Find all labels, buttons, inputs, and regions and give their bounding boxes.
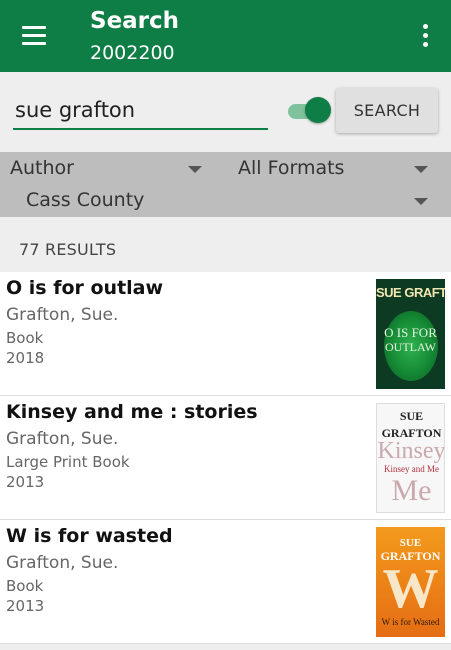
location-value: Cass County — [26, 189, 145, 211]
cover-author: SUE — [399, 537, 422, 549]
dropdown-caret-icon — [188, 166, 202, 173]
book-cover-image: SUE GRAFTON Kinsey Kinsey and Me Me — [376, 403, 445, 513]
result-item[interactable]: Kinsey and me : stories Grafton, Sue. La… — [0, 396, 451, 520]
result-format: Book — [6, 329, 44, 347]
search-button[interactable]: SEARCH — [336, 88, 438, 133]
cover-title-line: OUTLAW — [384, 340, 437, 354]
result-author: Grafton, Sue. — [6, 305, 119, 325]
result-format: Large Print Book — [6, 453, 130, 471]
result-title: O is for outlaw — [6, 277, 164, 299]
result-item[interactable]: W is for wasted Grafton, Sue. Book 2013 … — [0, 520, 451, 644]
search-by-dropdown[interactable]: Author — [10, 154, 208, 186]
cover-title-line: Kinsey — [377, 438, 445, 464]
hamburger-menu-icon[interactable] — [14, 18, 54, 54]
cover-title-line: O IS FOR — [384, 325, 437, 340]
cover-title-line: Kinsey and Me — [384, 464, 439, 474]
results-count: 77 RESULTS — [19, 240, 117, 259]
cover-title-line: Me — [391, 474, 432, 507]
more-vert-icon[interactable] — [412, 20, 440, 52]
result-title: Kinsey and me : stories — [6, 401, 258, 423]
search-input[interactable] — [13, 92, 268, 130]
cover-author: SUE GRAFTON — [376, 285, 445, 300]
book-cover-image: SUE GRAFTON O IS FOR OUTLAW — [376, 279, 445, 389]
dropdown-caret-icon — [414, 166, 428, 173]
cover-title-line: W is for Wasted — [381, 617, 440, 627]
toggle-thumb — [305, 97, 331, 123]
result-format: Book — [6, 577, 44, 595]
location-dropdown[interactable]: Cass County — [26, 186, 434, 218]
format-dropdown[interactable]: All Formats — [238, 154, 434, 186]
search-toggle[interactable] — [288, 96, 331, 126]
format-value: All Formats — [238, 157, 345, 179]
page-subtitle: 2002200 — [90, 42, 175, 64]
dropdown-caret-icon — [414, 198, 428, 205]
book-cover-image: SUE GRAFTON W W is for Wasted — [376, 527, 445, 637]
filter-bar: Author All Formats Cass County — [0, 152, 451, 217]
page-title: Search — [90, 8, 180, 34]
cover-author: SUE — [399, 409, 424, 423]
result-year: 2013 — [6, 473, 45, 491]
result-year: 2018 — [6, 349, 45, 367]
result-year: 2013 — [6, 597, 45, 615]
cover-title-line: W — [382, 558, 439, 620]
result-author: Grafton, Sue. — [6, 553, 119, 573]
result-author: Grafton, Sue. — [6, 429, 119, 449]
result-title: W is for wasted — [6, 525, 173, 547]
search-bar: SEARCH — [0, 72, 451, 152]
result-item[interactable]: O is for outlaw Grafton, Sue. Book 2018 … — [0, 272, 451, 396]
search-by-value: Author — [10, 157, 74, 179]
app-bar: Search 2002200 — [0, 0, 451, 72]
